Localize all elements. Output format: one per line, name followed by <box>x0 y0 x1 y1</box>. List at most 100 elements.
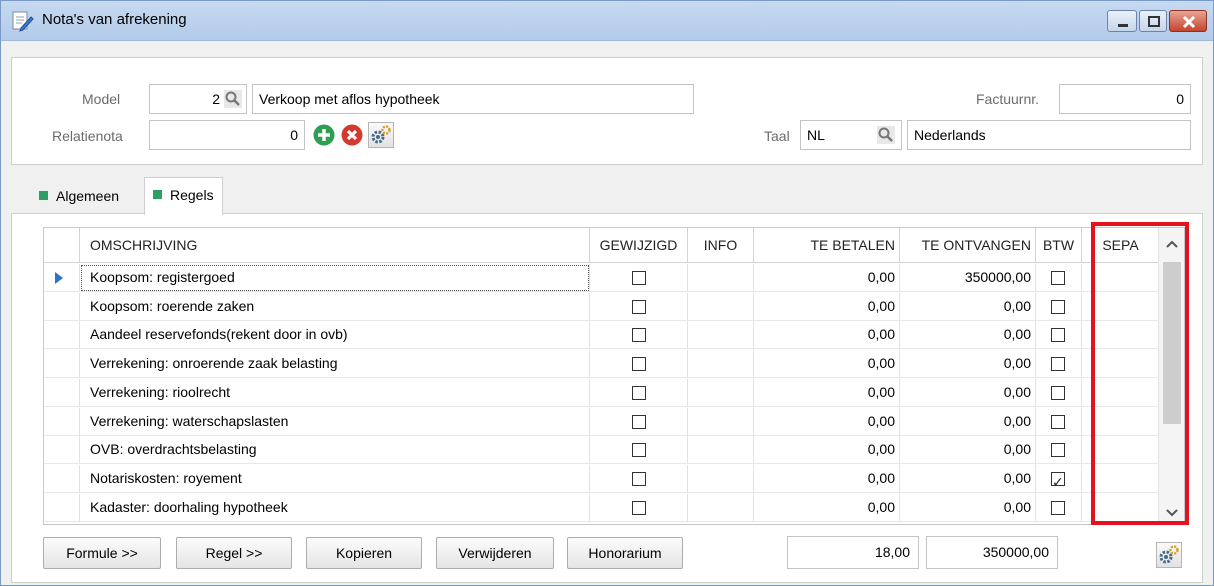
settings-gear-icon[interactable] <box>1156 542 1182 568</box>
model-name-field[interactable]: Verkoop met aflos hypotheek <box>252 84 694 114</box>
magnifier-icon[interactable] <box>224 90 242 108</box>
gewijzigd-checkbox[interactable] <box>632 357 646 372</box>
btw-checkbox[interactable] <box>1051 414 1065 429</box>
gewijzigd-checkbox[interactable] <box>632 414 646 429</box>
info-cell[interactable] <box>688 464 754 493</box>
btw-cell[interactable] <box>1036 378 1082 407</box>
info-cell[interactable] <box>688 436 754 465</box>
maximize-button[interactable] <box>1139 10 1167 32</box>
regel-button[interactable]: Regel >> <box>176 537 292 569</box>
btw-checkbox[interactable] <box>1051 443 1065 458</box>
info-cell[interactable] <box>688 378 754 407</box>
btw-cell[interactable] <box>1036 407 1082 436</box>
scroll-down-icon[interactable] <box>1159 500 1185 525</box>
taal-name-field[interactable]: Nederlands <box>907 120 1191 150</box>
btw-checkbox[interactable] <box>1051 469 1065 492</box>
te-ontvangen-cell[interactable]: 0,00 <box>900 493 1036 522</box>
close-button[interactable] <box>1169 10 1207 32</box>
sepa-cell[interactable] <box>1082 264 1159 292</box>
btw-cell[interactable] <box>1036 350 1082 379</box>
gewijzigd-checkbox[interactable] <box>632 500 646 515</box>
vertical-scrollbar[interactable] <box>1158 228 1184 524</box>
te-betalen-cell[interactable]: 0,00 <box>754 350 900 379</box>
table-row[interactable]: Verrekening: onroerende zaak belasting 0,… <box>44 350 1159 379</box>
gewijzigd-cell[interactable] <box>590 407 688 436</box>
formule-button[interactable]: Formule >> <box>43 537 161 569</box>
gewijzigd-checkbox[interactable] <box>632 385 646 400</box>
sepa-cell[interactable] <box>1082 465 1159 493</box>
tab-regels[interactable]: Regels <box>144 177 223 215</box>
te-ontvangen-cell[interactable]: 350000,00 <box>900 264 1036 292</box>
omschrijving-cell[interactable]: Verrekening: waterschapslasten <box>80 407 590 436</box>
omschrijving-cell[interactable]: Koopsom: roerende zaken <box>80 292 590 321</box>
table-row[interactable]: Verrekening: waterschapslasten 0,00 0,00 <box>44 407 1159 436</box>
te-betalen-cell[interactable]: 0,00 <box>754 292 900 321</box>
info-cell[interactable] <box>688 292 754 321</box>
row-indicator[interactable] <box>44 350 80 379</box>
gewijzigd-cell[interactable] <box>590 464 688 493</box>
sepa-cell[interactable] <box>1082 350 1159 379</box>
gewijzigd-checkbox[interactable] <box>632 271 646 285</box>
omschrijving-cell[interactable]: Notariskosten: royement <box>80 464 590 493</box>
omschrijving-cell[interactable]: OVB: overdrachtsbelasting <box>80 436 590 465</box>
te-ontvangen-cell[interactable]: 0,00 <box>900 378 1036 407</box>
factuurnr-field[interactable]: 0 <box>1059 84 1191 114</box>
te-ontvangen-cell[interactable]: 0,00 <box>900 350 1036 379</box>
kopieren-button[interactable]: Kopieren <box>306 537 422 569</box>
gewijzigd-cell[interactable] <box>590 436 688 465</box>
minimize-button[interactable] <box>1107 10 1137 32</box>
te-betalen-cell[interactable]: 0,00 <box>754 464 900 493</box>
sepa-cell[interactable] <box>1082 321 1159 350</box>
te-betalen-cell[interactable]: 0,00 <box>754 264 900 292</box>
row-indicator[interactable] <box>44 407 80 436</box>
te-ontvangen-cell[interactable]: 0,00 <box>900 292 1036 321</box>
gewijzigd-cell[interactable] <box>590 493 688 522</box>
sepa-cell[interactable] <box>1082 293 1159 321</box>
btw-checkbox[interactable] <box>1051 385 1065 400</box>
info-cell[interactable] <box>688 321 754 350</box>
table-row[interactable]: Koopsom: roerende zaken 0,00 0,00 <box>44 292 1159 321</box>
honorarium-button[interactable]: Honorarium <box>567 537 683 569</box>
gewijzigd-checkbox[interactable] <box>632 471 646 486</box>
te-betalen-cell[interactable]: 0,00 <box>754 436 900 465</box>
omschrijving-cell[interactable]: Koopsom: registergoed <box>80 264 590 292</box>
omschrijving-cell[interactable]: Verrekening: rioolrecht <box>80 378 590 407</box>
info-cell[interactable] <box>688 407 754 436</box>
gewijzigd-checkbox[interactable] <box>632 443 646 458</box>
scrollbar-thumb[interactable] <box>1163 262 1181 424</box>
info-cell[interactable] <box>688 350 754 379</box>
te-betalen-cell[interactable]: 0,00 <box>754 493 900 522</box>
delete-icon[interactable] <box>341 124 363 146</box>
info-cell[interactable] <box>688 264 754 292</box>
btw-checkbox[interactable] <box>1051 357 1065 372</box>
gewijzigd-checkbox[interactable] <box>632 299 646 314</box>
row-indicator[interactable] <box>44 264 80 292</box>
relatienota-field[interactable]: 0 <box>149 120 305 150</box>
column-header-btw[interactable]: BTW <box>1036 228 1082 263</box>
column-header-te-ontvangen[interactable]: TE ONTVANGEN <box>900 228 1036 263</box>
btw-checkbox[interactable] <box>1051 271 1065 285</box>
te-ontvangen-cell[interactable]: 0,00 <box>900 464 1036 493</box>
te-betalen-cell[interactable]: 0,00 <box>754 321 900 350</box>
row-indicator[interactable] <box>44 436 80 465</box>
gewijzigd-cell[interactable] <box>590 292 688 321</box>
column-header-omschrijving[interactable]: OMSCHRIJVING <box>80 228 590 263</box>
btw-checkbox[interactable] <box>1051 500 1065 515</box>
column-header-gewijzigd[interactable]: GEWIJZIGD <box>590 228 688 263</box>
info-cell[interactable] <box>688 493 754 522</box>
row-indicator[interactable] <box>44 464 80 493</box>
btw-cell[interactable] <box>1036 464 1082 493</box>
row-indicator[interactable] <box>44 493 80 522</box>
table-row[interactable]: Verrekening: rioolrecht 0,00 0,00 <box>44 378 1159 407</box>
table-row[interactable]: OVB: overdrachtsbelasting 0,00 0,00 <box>44 436 1159 465</box>
omschrijving-cell[interactable]: Aandeel reservefonds(rekent door in ovb) <box>80 321 590 350</box>
btw-cell[interactable] <box>1036 292 1082 321</box>
btw-cell[interactable] <box>1036 321 1082 350</box>
te-betalen-cell[interactable]: 0,00 <box>754 407 900 436</box>
row-indicator[interactable] <box>44 292 80 321</box>
btw-checkbox[interactable] <box>1051 299 1065 314</box>
btw-cell[interactable] <box>1036 264 1082 292</box>
verwijderen-button[interactable]: Verwijderen <box>436 537 554 569</box>
sepa-cell[interactable] <box>1082 436 1159 465</box>
gewijzigd-cell[interactable] <box>590 264 688 292</box>
